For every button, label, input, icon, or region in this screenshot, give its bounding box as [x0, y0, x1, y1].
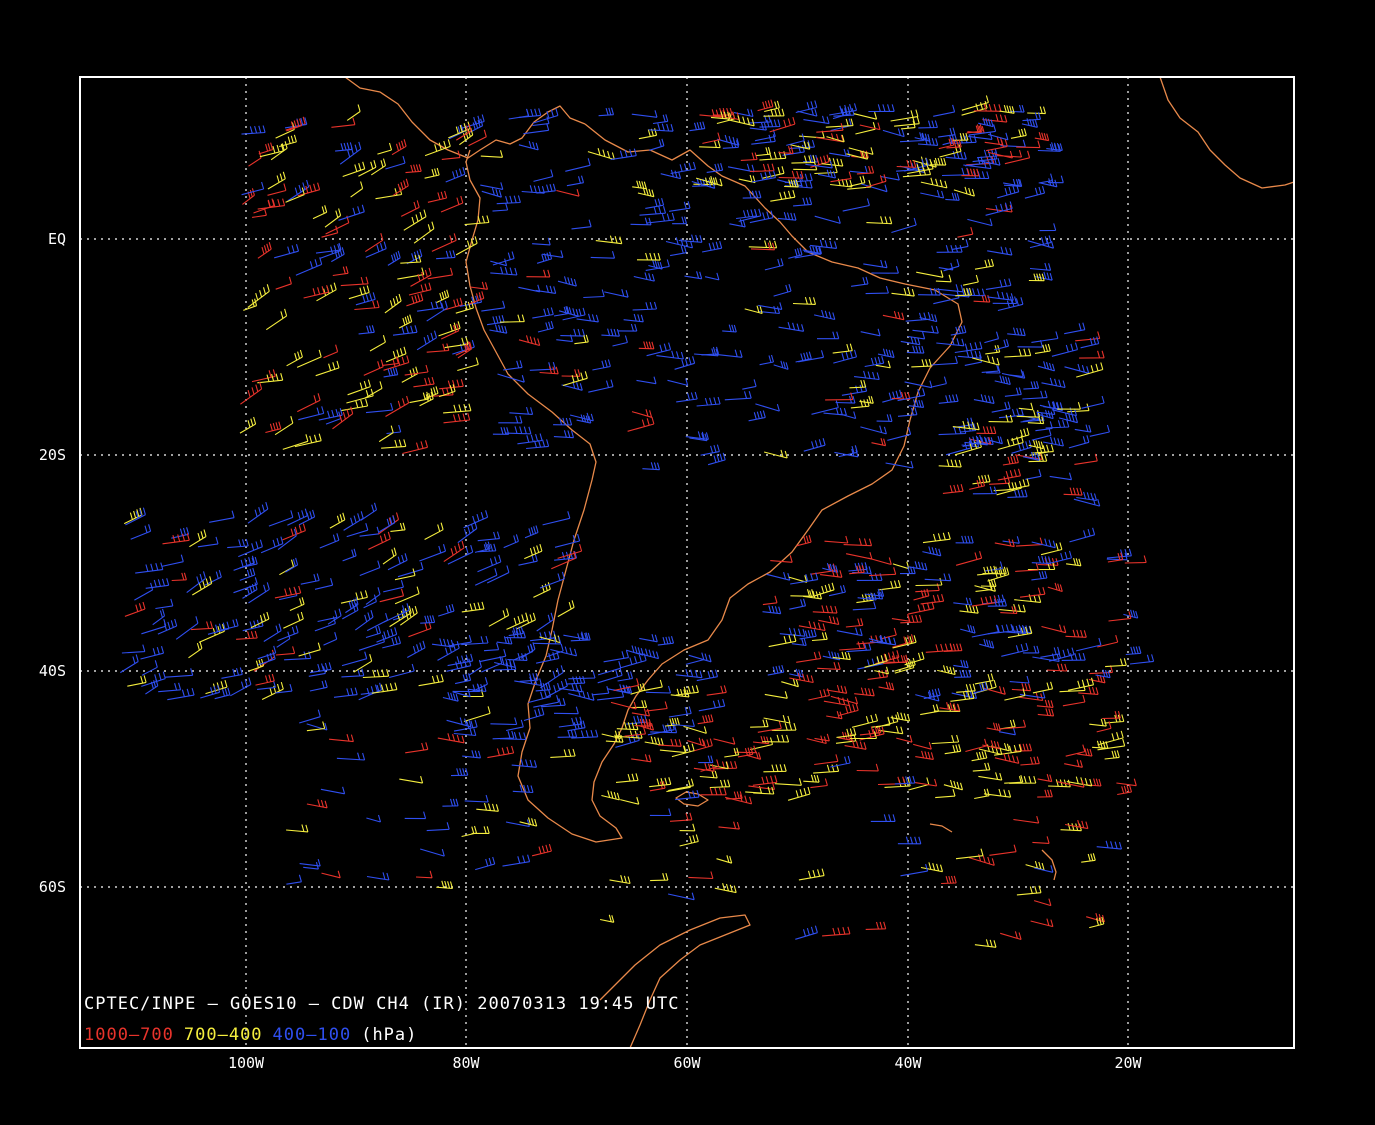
pressure-legend: 1000–700 700–400 400–100 (hPa): [84, 1025, 417, 1045]
wind-map: 100W 80W 60W 40W 20W EQ 20S 40S 60S CPTE…: [0, 0, 1375, 1125]
legend-high-level: 400–100: [273, 1025, 352, 1045]
y-tick-20s: 20S: [39, 446, 66, 464]
x-tick-60w: 60W: [673, 1054, 701, 1072]
y-tick-60s: 60S: [39, 878, 66, 896]
y-tick-eq: EQ: [48, 230, 66, 248]
x-tick-40w: 40W: [894, 1054, 922, 1072]
legend-mid-level: 700–400: [184, 1025, 263, 1045]
legend-unit: (hPa): [361, 1025, 417, 1045]
x-tick-100w: 100W: [228, 1054, 265, 1072]
legend-low-level: 1000–700: [84, 1025, 174, 1045]
y-tick-40s: 40S: [39, 662, 66, 680]
map-caption: CPTEC/INPE — GOES10 — CDW CH4 (IR) 20070…: [84, 994, 679, 1014]
x-tick-20w: 20W: [1114, 1054, 1142, 1072]
x-tick-80w: 80W: [452, 1054, 480, 1072]
